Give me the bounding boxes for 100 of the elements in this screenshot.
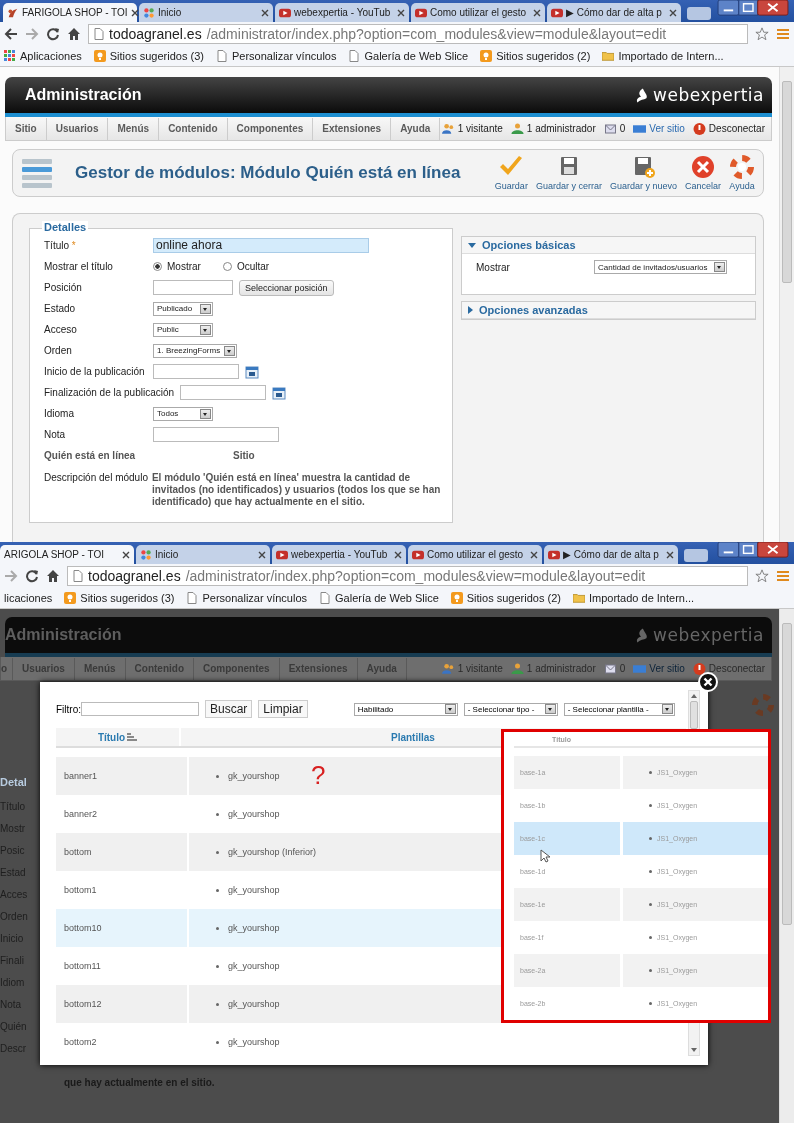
scroll-up-icon[interactable] — [690, 693, 698, 699]
browser-tab[interactable]: ▶ Cómo dar de alta p — [544, 545, 678, 564]
browser-tab[interactable]: ARIGOLA SHOP - TOI — [0, 545, 134, 564]
star-icon[interactable] — [755, 569, 769, 583]
bookmark[interactable]: licaciones — [4, 592, 53, 604]
toolbar-button[interactable]: Cancelar — [684, 155, 721, 191]
menu-item[interactable]: Extensiones — [313, 117, 392, 140]
bookmark[interactable]: Personalizar vínculos — [186, 592, 308, 604]
filter-button[interactable]: Buscar — [205, 700, 253, 718]
table-cell[interactable]: bottom1 — [56, 871, 187, 909]
filter-button[interactable]: Limpiar — [258, 700, 308, 718]
dropdown[interactable]: Todos — [153, 406, 213, 421]
window-controls-icon[interactable] — [716, 0, 790, 17]
home-icon[interactable] — [67, 27, 81, 41]
status-text[interactable]: Desconectar — [708, 123, 765, 134]
scroll-thumb[interactable] — [690, 701, 698, 729]
dropdown[interactable]: - Seleccionar plantilla - — [563, 702, 675, 716]
bookmark[interactable]: Sitios sugeridos (3) — [93, 50, 204, 62]
dropdown[interactable]: Cantidad de invitados/usuarios — [594, 260, 727, 274]
browser-tab[interactable]: Como utilizar el gesto — [411, 3, 545, 22]
bookmark[interactable]: Importado de Intern... — [602, 50, 724, 62]
dropdown[interactable]: - Seleccionar tipo - — [463, 702, 558, 716]
menu-item[interactable]: Contenido — [159, 117, 228, 140]
select-position-button[interactable]: Seleccionar posición — [239, 279, 334, 296]
home-icon[interactable] — [46, 569, 60, 583]
close-icon[interactable] — [258, 550, 266, 559]
bookmark[interactable]: Galería de Web Slice — [348, 50, 469, 62]
reload-icon[interactable] — [46, 27, 60, 41]
close-icon[interactable] — [397, 8, 405, 17]
address-field[interactable]: todoagranel.es /administrator/index.php?option=com_modules&view=module&layout=edit — [88, 24, 748, 44]
toolbar-button[interactable]: Guardar — [494, 155, 528, 191]
menu-item[interactable]: Componentes — [227, 117, 314, 140]
panel-header[interactable]: Opciones básicas — [462, 237, 755, 254]
scroll-thumb[interactable] — [782, 81, 792, 283]
close-icon[interactable] — [666, 550, 674, 559]
scroll-down-icon[interactable] — [690, 1047, 698, 1053]
field-label: Mostrar — [476, 261, 511, 273]
field-label: Detal — [0, 776, 28, 789]
menu-item[interactable]: Sitio — [6, 117, 47, 140]
bookmark[interactable]: Sitios sugeridos (2) — [450, 592, 561, 604]
filter-field[interactable] — [81, 702, 199, 716]
table-cell[interactable]: banner2 — [56, 795, 187, 833]
browser-tab[interactable]: webexpertia - YouTub — [272, 545, 406, 564]
scroll-thumb[interactable] — [782, 623, 792, 925]
address-field[interactable]: todoagranel.es /administrator/index.php?option=com_modules&view=module&layout=edit — [67, 566, 748, 586]
toolbar-button[interactable]: Guardar y cerrar — [535, 155, 602, 191]
browser-tab[interactable]: webexpertia - YouTub — [275, 3, 409, 22]
menu-item[interactable]: Ayuda — [391, 117, 441, 140]
star-icon[interactable] — [755, 27, 769, 41]
toolbar-button[interactable]: Guardar y nuevo — [609, 155, 677, 191]
text-field[interactable]: online ahora — [153, 238, 369, 253]
close-icon[interactable] — [669, 8, 677, 17]
table-cell[interactable]: bottom10 — [56, 909, 187, 947]
dropdown[interactable]: Public — [153, 322, 213, 337]
toolbar-button[interactable]: Ayuda — [729, 155, 755, 191]
date-field[interactable] — [153, 364, 239, 379]
table-cell[interactable]: bottom11 — [56, 947, 187, 985]
browser-tab[interactable]: Inicio — [136, 545, 270, 564]
calendar-icon[interactable] — [272, 385, 287, 400]
browser-tab[interactable]: FARIGOLA SHOP - TOI — [3, 3, 137, 22]
bookmark[interactable]: Importado de Intern... — [572, 592, 695, 604]
radio-button[interactable]: Ocultar — [222, 261, 270, 272]
back-icon[interactable] — [4, 27, 18, 41]
dropdown[interactable]: 1. BreezingForms — [153, 343, 238, 358]
radio-button[interactable]: Mostrar — [153, 261, 201, 272]
sort-icon[interactable] — [127, 732, 138, 742]
text-field[interactable] — [153, 280, 233, 295]
text-field[interactable] — [153, 427, 279, 442]
column-header[interactable]: Título — [97, 731, 126, 743]
dropdown[interactable]: Publicado — [153, 301, 213, 316]
browser-tab[interactable]: Como utilizar el gesto — [408, 545, 542, 564]
close-icon[interactable] — [130, 8, 139, 17]
monitor-icon — [633, 662, 647, 675]
close-icon[interactable] — [530, 550, 538, 559]
reload-icon[interactable] — [25, 569, 39, 583]
calendar-icon[interactable] — [245, 364, 259, 379]
bookmark[interactable]: Sitios sugeridos (3) — [64, 592, 175, 604]
bookmark[interactable]: Sitios sugeridos (2) — [480, 50, 591, 62]
table-cell[interactable]: banner1 — [56, 757, 187, 795]
bookmark[interactable]: Galería de Web Slice — [319, 592, 439, 604]
window-controls-icon[interactable] — [716, 542, 790, 559]
table-cell[interactable]: bottom2 — [56, 1023, 187, 1061]
browser-tab[interactable]: ▶ Cómo dar de alta p — [547, 3, 681, 22]
bookmark[interactable]: Personalizar vínculos — [215, 50, 337, 62]
browser-tab[interactable]: Inicio — [139, 3, 273, 22]
dropdown[interactable]: Habilitado — [353, 702, 458, 716]
close-icon[interactable] — [394, 550, 402, 559]
menu-item[interactable]: Menús — [108, 117, 160, 140]
date-field[interactable] — [180, 385, 267, 400]
field-label: Quién está en línea — [44, 450, 137, 461]
close-icon[interactable] — [533, 8, 541, 17]
close-icon[interactable] — [261, 8, 269, 17]
panel-header[interactable]: Opciones avanzadas — [462, 302, 755, 319]
table-cell[interactable]: bottom — [56, 833, 187, 871]
column-header[interactable]: Plantillas — [391, 731, 435, 743]
table-cell[interactable]: bottom12 — [56, 985, 187, 1023]
menu-item[interactable]: Usuarios — [46, 117, 109, 140]
bookmark[interactable]: Aplicaciones — [4, 50, 82, 62]
close-icon[interactable] — [122, 550, 130, 559]
status-text[interactable]: Ver sitio — [649, 123, 685, 134]
